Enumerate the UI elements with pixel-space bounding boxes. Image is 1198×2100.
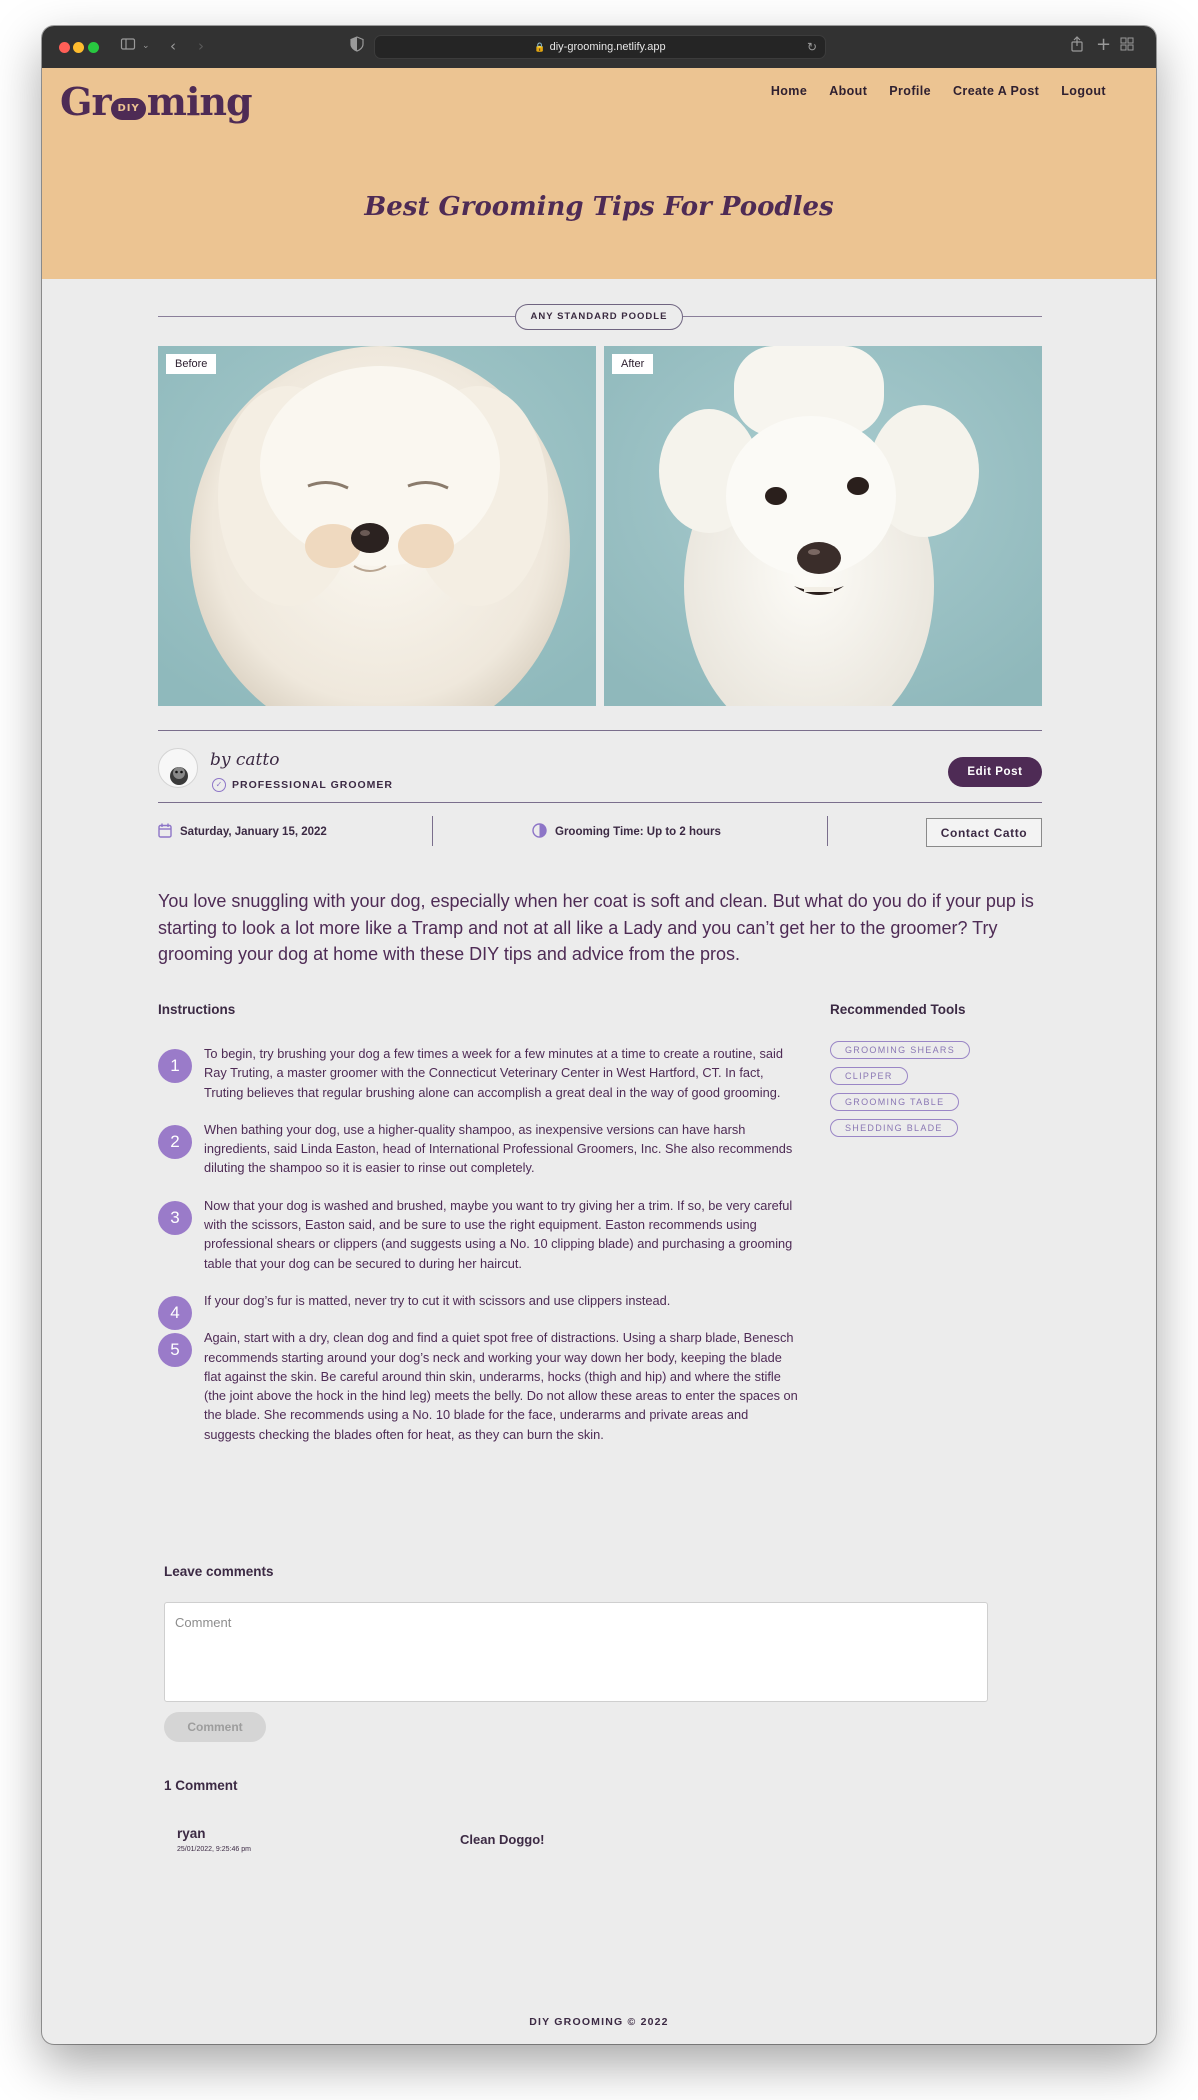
step-number: 4 bbox=[158, 1295, 192, 1330]
after-photo: After bbox=[604, 346, 1042, 706]
instructions-list: 1 To begin, try brushing your dog a few … bbox=[158, 1044, 798, 1462]
nav-create-post[interactable]: Create A Post bbox=[953, 84, 1039, 98]
step-number: 5 bbox=[158, 1333, 192, 1368]
step-text: Again, start with a dry, clean dog and f… bbox=[204, 1330, 798, 1442]
author-bottom-rule bbox=[158, 802, 1042, 803]
instruction-step: 4 If your dog’s fur is matted, never try… bbox=[158, 1291, 798, 1330]
site-footer: DIY GROOMING © 2022 bbox=[529, 2016, 669, 2028]
author-byline[interactable]: by catto bbox=[210, 750, 279, 770]
nav-about[interactable]: About bbox=[829, 84, 867, 98]
hero-header: Gr DIY ming Home About Profile Create A Po… bbox=[42, 68, 1156, 279]
author-row: by catto ✓ PROFESSIONAL GROOMER Edit Pos… bbox=[158, 740, 1042, 800]
comment-count: 1 Comment bbox=[164, 1778, 238, 1793]
instruction-step: 5 Again, start with a dry, clean dog and… bbox=[158, 1328, 798, 1444]
before-after-photos: Before After bbox=[158, 346, 1042, 706]
grooming-time-text: Grooming Time: Up to 2 hours bbox=[555, 826, 721, 838]
site-logo[interactable]: Gr DIY ming bbox=[60, 78, 253, 126]
nav-home[interactable]: Home bbox=[771, 84, 807, 98]
step-number: 3 bbox=[158, 1200, 192, 1235]
comment-body: Clean Doggo! bbox=[460, 1832, 545, 1847]
privacy-shield-icon[interactable] bbox=[350, 36, 364, 57]
browser-window: ⌄ ‹ › 🔒 diy-grooming.netlify.app ↻ + Gr DI… bbox=[42, 26, 1156, 2044]
comment-author: ryan bbox=[177, 1826, 206, 1841]
new-tab-icon[interactable]: + bbox=[1096, 36, 1111, 54]
step-number: 2 bbox=[158, 1124, 192, 1159]
leave-comments-title: Leave comments bbox=[164, 1564, 274, 1579]
comment-input[interactable]: Comment bbox=[164, 1602, 988, 1702]
instruction-step: 3 Now that your dog is washed and brushe… bbox=[158, 1196, 798, 1273]
author-role: PROFESSIONAL GROOMER bbox=[232, 779, 393, 791]
sidebar-toggle-icon[interactable] bbox=[120, 36, 136, 57]
contact-author-button[interactable]: Contact Catto bbox=[926, 818, 1042, 847]
edit-post-button[interactable]: Edit Post bbox=[948, 757, 1042, 787]
tool-tag[interactable]: SHEDDING BLADE bbox=[830, 1119, 958, 1137]
tool-tag[interactable]: GROOMING TABLE bbox=[830, 1093, 960, 1111]
tools-title: Recommended Tools bbox=[830, 1002, 966, 1017]
grooming-time: Grooming Time: Up to 2 hours bbox=[532, 814, 721, 850]
before-photo: Before bbox=[158, 346, 596, 706]
forward-icon[interactable]: › bbox=[198, 36, 204, 56]
url-text: diy-grooming.netlify.app bbox=[549, 41, 666, 53]
divider-line-left bbox=[158, 316, 515, 317]
nav-profile[interactable]: Profile bbox=[889, 84, 931, 98]
reload-icon[interactable]: ↻ bbox=[807, 36, 817, 58]
instruction-step: 2 When bathing your dog, use a higher-qu… bbox=[158, 1120, 798, 1178]
breed-badge: ANY STANDARD POODLE bbox=[515, 304, 683, 330]
step-text: Now that your dog is washed and brushed,… bbox=[204, 1197, 793, 1271]
instructions-title: Instructions bbox=[158, 1002, 236, 1017]
meta-separator bbox=[827, 816, 828, 846]
post-date-text: Saturday, January 15, 2022 bbox=[180, 826, 327, 838]
step-text: When bathing your dog, use a higher-qual… bbox=[204, 1121, 793, 1176]
post-date: Saturday, January 15, 2022 bbox=[158, 814, 327, 850]
logo-badge: DIY bbox=[111, 98, 146, 120]
author-avatar[interactable] bbox=[158, 748, 198, 788]
tools-list: GROOMING SHEARS CLIPPER GROOMING TABLE S… bbox=[830, 1038, 1030, 1142]
logo-text-left: Gr bbox=[60, 79, 111, 124]
main-nav: Home About Profile Create A Post Logout bbox=[771, 84, 1106, 98]
zoom-window-icon[interactable] bbox=[88, 42, 99, 53]
instruction-step: 1 To begin, try brushing your dog a few … bbox=[158, 1044, 798, 1102]
address-bar[interactable]: 🔒 diy-grooming.netlify.app ↻ bbox=[374, 35, 826, 59]
comment-time: 25/01/2022, 9:25:46 pm bbox=[177, 1846, 251, 1853]
close-window-icon[interactable] bbox=[59, 42, 70, 53]
back-icon[interactable]: ‹ bbox=[170, 36, 176, 56]
post-title: Best Grooming Tips For Poodles bbox=[364, 192, 834, 222]
browser-toolbar: ⌄ ‹ › 🔒 diy-grooming.netlify.app ↻ + bbox=[42, 26, 1156, 68]
submit-comment-button[interactable]: Comment bbox=[164, 1712, 266, 1742]
chevron-down-icon[interactable]: ⌄ bbox=[142, 36, 150, 56]
post-intro: You love snuggling with your dog, especi… bbox=[158, 891, 1034, 964]
after-label: After bbox=[612, 354, 654, 374]
step-number: 1 bbox=[158, 1049, 192, 1083]
author-role-row: ✓ PROFESSIONAL GROOMER bbox=[212, 778, 393, 792]
meta-separator bbox=[432, 816, 433, 846]
verified-badge-icon: ✓ bbox=[212, 778, 226, 792]
step-text: To begin, try brushing your dog a few ti… bbox=[204, 1046, 783, 1100]
before-label: Before bbox=[166, 354, 217, 374]
minimize-window-icon[interactable] bbox=[73, 42, 84, 53]
breed-divider: ANY STANDARD POODLE bbox=[158, 304, 1042, 330]
share-icon[interactable] bbox=[1070, 36, 1084, 57]
logo-text-right: ming bbox=[146, 79, 253, 124]
tab-overview-icon[interactable] bbox=[1120, 36, 1134, 56]
post-meta-row: Saturday, January 15, 2022 Grooming Time… bbox=[158, 814, 1042, 850]
step-text: If your dog’s fur is matted, never try t… bbox=[204, 1292, 671, 1308]
tool-tag[interactable]: CLIPPER bbox=[830, 1067, 908, 1085]
tool-tag[interactable]: GROOMING SHEARS bbox=[830, 1041, 971, 1059]
nav-logout[interactable]: Logout bbox=[1061, 84, 1106, 98]
calendar-icon bbox=[158, 823, 172, 842]
divider-line-right bbox=[683, 316, 1042, 317]
author-top-rule bbox=[158, 730, 1042, 731]
clock-icon bbox=[532, 822, 547, 842]
lock-icon: 🔒 bbox=[534, 42, 546, 52]
